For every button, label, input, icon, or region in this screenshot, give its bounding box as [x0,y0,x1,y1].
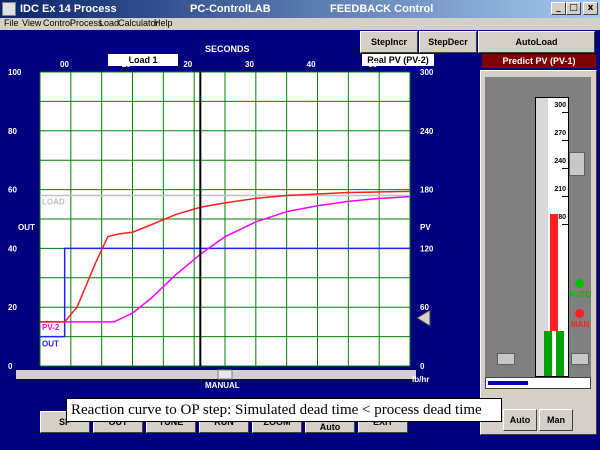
out-decrease-icon[interactable] [497,353,515,365]
minimize-button[interactable]: _ [551,2,566,15]
menu-bar: File View Control Process Load Calculato… [0,18,600,30]
auto-lamp-icon [575,279,584,288]
man-label: MAN [571,320,590,329]
trend-chart[interactable]: LOAD OUT PV-2 00 10 20 30 40 50 100 80 60 40 20 0 300 2… [0,30,480,390]
predict-pv-label: Predict PV (PV-1) [482,54,596,68]
units-label: lb/hr [412,375,429,384]
gauge-tick-label: 300 [554,102,566,109]
left-tick-label: 0 [8,362,13,371]
auto-load-button[interactable]: AutoLoad [478,31,595,53]
app-name: PC-ControlLAB [190,3,271,15]
man-mode-button[interactable]: Man [539,409,573,431]
x-tick-label: 40 [307,60,316,69]
right-tick-label: 180 [420,186,434,195]
faceplate-inner: 300 270 240 210 180 AUTO MAN [485,77,592,377]
pv-gauge: 300 270 240 210 180 [535,97,569,377]
left-tick-label: 80 [8,127,17,136]
auto-mode-button[interactable]: Auto [503,409,537,431]
gauge-tick-label: 210 [554,186,566,193]
gauge-tick [562,224,568,225]
out-bar [544,331,564,376]
caption-banner: Reaction curve to OP step: Simulated dea… [66,398,502,422]
x-tick-label: 10 [122,60,131,69]
close-button[interactable]: x [583,2,598,15]
gauge-tick [562,112,568,113]
gauge-tick-label: 240 [554,158,566,165]
scrollbar-thumb[interactable] [217,369,233,380]
gauge-tick-label: 270 [554,130,566,137]
gauge-tick [562,168,568,169]
app-icon[interactable] [2,2,16,16]
series-label-pv-2: PV-2 [42,323,60,332]
out-axis-label: OUT [18,223,35,232]
left-tick-label: 20 [8,303,17,312]
x-tick-label: 00 [60,60,69,69]
left-tick-label: 60 [8,186,17,195]
right-tick-label: 300 [420,68,434,77]
output-bar [485,377,591,389]
menu-file[interactable]: File [4,18,19,28]
menu-calculator[interactable]: Calculator [118,18,159,28]
pv-pointer-icon[interactable] [416,309,431,327]
trend-chart-svg: LOAD OUT PV-2 00 10 20 30 40 50 100 80 60 40 20 0 300 2… [8,60,434,390]
menu-help[interactable]: Help [154,18,173,28]
menu-control[interactable]: Control [43,18,72,28]
gauge-tick [562,196,568,197]
x-tick-label: 30 [245,60,254,69]
menu-load[interactable]: Load [99,18,119,28]
setpoint-slider-icon[interactable] [569,152,585,176]
left-tick-label: 100 [8,68,22,77]
menu-process[interactable]: Process [70,18,103,28]
horizontal-scrollbar[interactable] [16,370,416,379]
series-label-out: OUT [42,340,59,349]
out-increase-icon[interactable] [571,353,589,365]
man-lamp-icon [575,309,584,318]
gauge-tick [562,140,568,141]
series-label-load: LOAD [42,197,65,206]
window-title: IDC Ex 14 Process [20,3,117,15]
output-bar-fill [488,381,528,385]
menu-view[interactable]: View [22,18,41,28]
right-tick-label: 240 [420,127,434,136]
right-tick-label: 120 [420,244,434,253]
manual-label: MANUAL [205,381,240,390]
maximize-button[interactable]: □ [566,2,581,15]
x-tick-label: 20 [183,60,192,69]
title-bar: IDC Ex 14 Process PC-ControlLAB FEEDBACK… [0,0,600,18]
pv-axis-label: PV [420,223,431,232]
left-tick-label: 40 [8,244,17,253]
control-mode: FEEDBACK Control [330,3,434,15]
right-tick-label: 0 [420,362,425,371]
faceplate-panel: 300 270 240 210 180 AUTO MAN Auto Man [480,70,597,435]
x-tick-label: 50 [368,60,377,69]
auto-label: AUTO [569,290,592,299]
